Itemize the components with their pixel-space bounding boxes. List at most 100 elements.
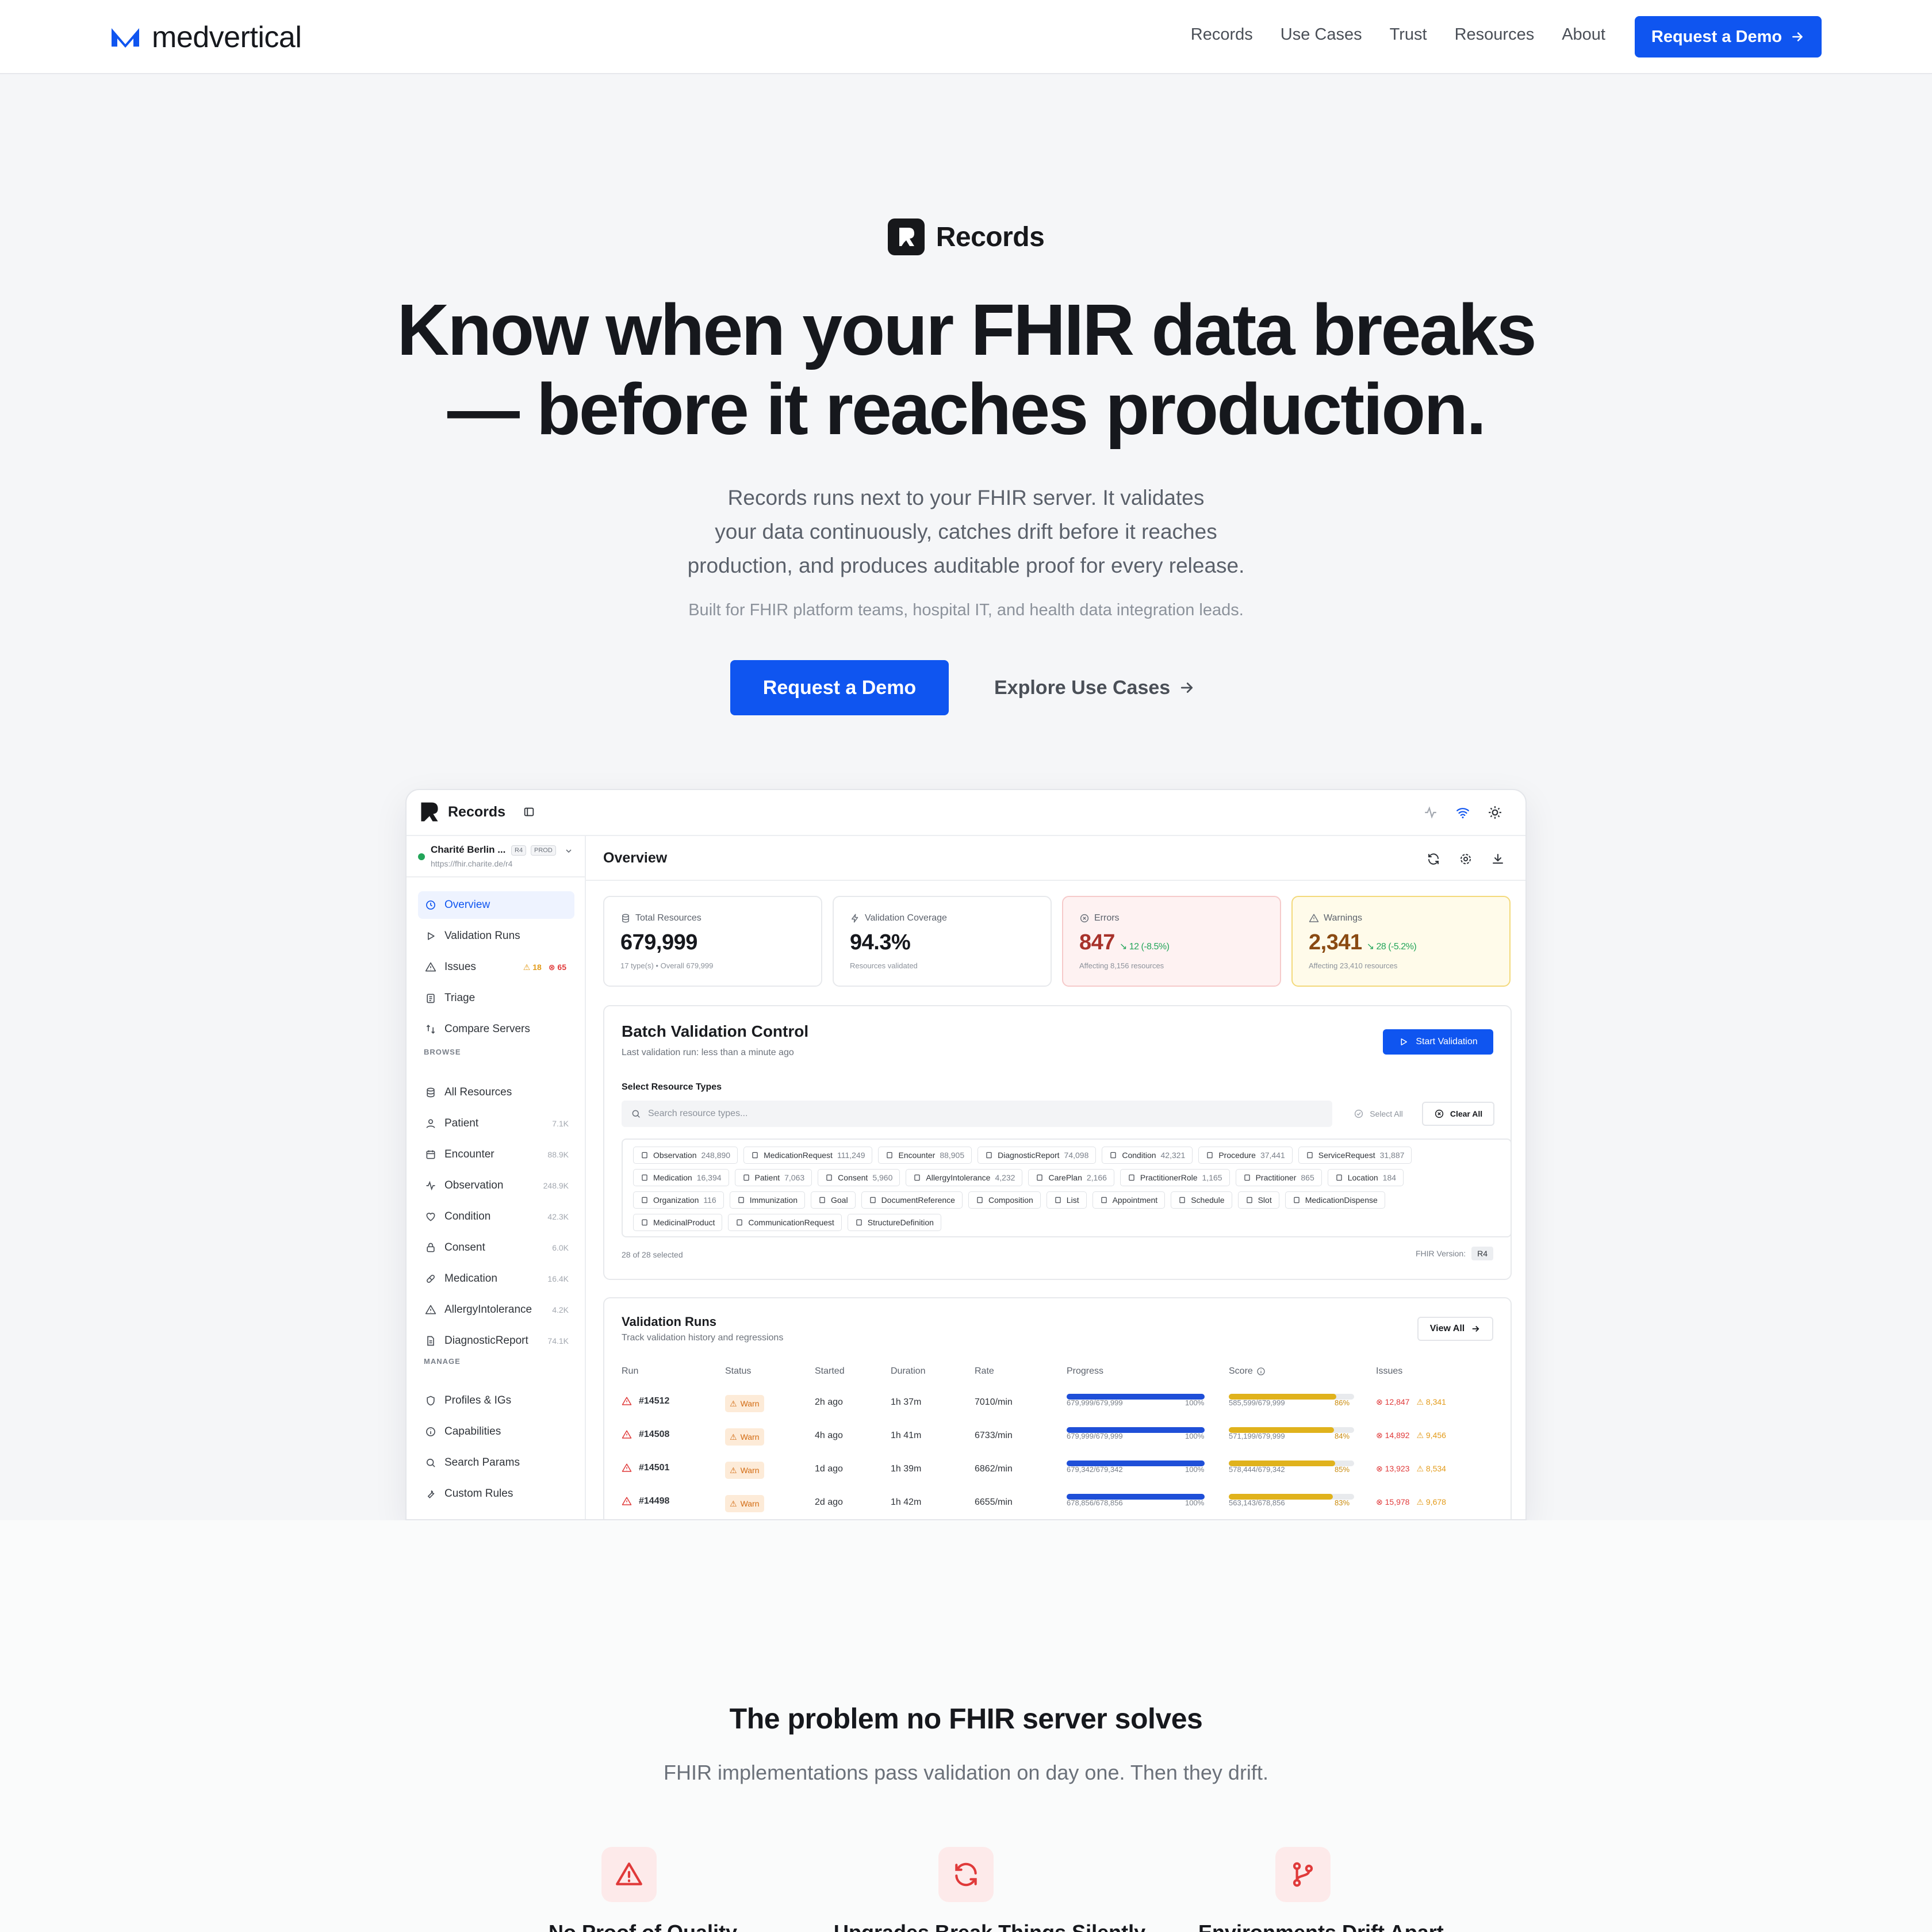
app-brand[interactable]: Records [418, 800, 535, 823]
chip-documentreference[interactable]: DocumentReference [861, 1191, 963, 1209]
explore-use-cases-link[interactable]: Explore Use Cases [994, 660, 1195, 715]
sun-icon[interactable] [1488, 805, 1502, 820]
chip-composition[interactable]: Composition [968, 1191, 1041, 1209]
nav-link-about[interactable]: About [1562, 25, 1605, 44]
download-icon[interactable] [1491, 852, 1505, 866]
sidebar-item-encounter[interactable]: Encounter 88.9K [418, 1141, 574, 1168]
sidebar-item-all-resources[interactable]: All Resources [418, 1079, 574, 1106]
chip-procedure[interactable]: Procedure 37,441 [1198, 1147, 1293, 1164]
chip-label: Location [1347, 1173, 1378, 1182]
resource-type-icon [914, 1174, 921, 1181]
sidebar-item-compare-servers[interactable]: Compare Servers [418, 1015, 574, 1043]
activity-icon[interactable] [1423, 805, 1438, 820]
sidebar-item-validation-runs[interactable]: Validation Runs [418, 922, 574, 950]
table-row[interactable]: #14512 ⚠ Warn 2h ago 1h 37m 7010/min 679,999/… [604, 1387, 1511, 1420]
chip-servicerequest[interactable]: ServiceRequest 31,887 [1298, 1147, 1412, 1164]
resource-type-search-input[interactable]: Search resource types... [622, 1101, 1332, 1127]
nav-links: Records Use Cases Trust Resources About [1191, 25, 1605, 44]
sidebar-item-label: Custom Rules [444, 1488, 513, 1500]
nav-link-records[interactable]: Records [1191, 25, 1253, 44]
sidebar-item-overview[interactable]: Overview [418, 891, 574, 919]
chip-label: List [1066, 1195, 1079, 1205]
table-row[interactable]: #14501 ⚠ Warn 1d ago 1h 39m 6862/min 679,342/… [604, 1454, 1511, 1487]
wifi-icon[interactable] [1455, 805, 1470, 820]
chip-medicinalproduct[interactable]: MedicinalProduct [633, 1214, 723, 1231]
sidebar-item-search-params[interactable]: Search Params [418, 1449, 574, 1477]
start-validation-button[interactable]: Start Validation [1383, 1029, 1493, 1055]
server-selector[interactable]: Charité Berlin ... R4 PROD https://fhir.… [407, 836, 586, 877]
chip-consent[interactable]: Consent 5,960 [818, 1169, 900, 1186]
sidebar-item-capabilities[interactable]: Capabilities [418, 1418, 574, 1446]
chip-appointment[interactable]: Appointment [1092, 1191, 1166, 1209]
run-id[interactable]: #14508 [622, 1429, 669, 1440]
chip-slot[interactable]: Slot [1237, 1191, 1279, 1209]
gear-icon[interactable] [1459, 852, 1473, 866]
info-icon[interactable] [1256, 1367, 1266, 1376]
chip-patient[interactable]: Patient 7,063 [734, 1169, 812, 1186]
select-all-button[interactable]: Select All [1343, 1102, 1414, 1126]
brand-logo[interactable]: medvertical [109, 21, 302, 54]
stat-card-errors[interactable]: Errors 847 ↘ 12 (-8.5%) Affecting 8,156 res… [1062, 896, 1281, 987]
sidebar-item-medication[interactable]: Medication 16.4K [418, 1265, 574, 1293]
chip-allergyintolerance[interactable]: AllergyIntolerance 4,232 [906, 1169, 1023, 1186]
sidebar-item-consent[interactable]: Consent 6.0K [418, 1234, 574, 1262]
chip-organization[interactable]: Organization 116 [633, 1191, 724, 1209]
clear-all-button[interactable]: Clear All [1422, 1102, 1494, 1126]
sidebar-item-diagnosticreport[interactable]: DiagnosticReport 74.1K [418, 1327, 574, 1355]
resource-type-icon [1293, 1197, 1300, 1203]
clipboard-icon [427, 994, 435, 1003]
view-all-runs-button[interactable]: View All [1417, 1317, 1493, 1341]
sidebar-item-profiles-igs[interactable]: Profiles & IGs [418, 1387, 574, 1414]
chip-list[interactable]: List [1046, 1191, 1087, 1209]
chip-immunization[interactable]: Immunization [729, 1191, 805, 1209]
chip-practitionerrole[interactable]: PractitionerRole 1,165 [1120, 1169, 1230, 1186]
stat-card-validation-coverage[interactable]: Validation Coverage 94.3% Resources valida… [833, 896, 1052, 987]
chip-practitioner[interactable]: Practitioner 865 [1235, 1169, 1322, 1186]
stat-value: 2,341 ↘ 28 (-5.2%) [1309, 930, 1417, 954]
chip-structuredefinition[interactable]: StructureDefinition [847, 1214, 941, 1231]
warning-icon [616, 1862, 642, 1885]
run-id[interactable]: #14501 [622, 1463, 669, 1473]
sidebar-item-issues[interactable]: Issues ⚠ 18 ⊗ 65 [418, 953, 574, 981]
table-row[interactable]: #14508 ⚠ Warn 4h ago 1h 41m 6733/min 679,999/… [604, 1420, 1511, 1454]
stat-card-total-resources[interactable]: Total Resources 679,999 17 type(s) • Overa… [603, 896, 822, 987]
chip-communicationrequest[interactable]: CommunicationRequest [728, 1214, 842, 1231]
sidebar-item-allergyintolerance[interactable]: AllergyIntolerance 4.2K [418, 1296, 574, 1324]
chip-location[interactable]: Location 184 [1327, 1169, 1404, 1186]
chip-condition[interactable]: Condition 42,321 [1102, 1147, 1193, 1164]
chip-medication[interactable]: Medication 16,394 [633, 1169, 729, 1186]
sidebar-item-triage[interactable]: Triage [418, 984, 574, 1012]
chip-goal[interactable]: Goal [810, 1191, 856, 1209]
progress-label: 679,999/679,999 [1067, 1432, 1123, 1440]
chip-label: CarePlan [1048, 1173, 1082, 1182]
sidebar-toggle-icon[interactable] [523, 806, 535, 818]
nav-link-use-cases[interactable]: Use Cases [1281, 25, 1362, 44]
warning-count: ⚠ 8,341 [1416, 1397, 1446, 1406]
chip-diagnosticreport[interactable]: DiagnosticReport 74,098 [977, 1147, 1097, 1164]
fhir-version-badge[interactable]: R4 [1471, 1247, 1493, 1260]
sidebar-item-condition[interactable]: Condition 42.3K [418, 1203, 574, 1230]
status-badge: ⚠ Warn [725, 1428, 764, 1446]
nav-request-demo-button[interactable]: Request a Demo [1635, 16, 1822, 57]
run-id[interactable]: #14498 [622, 1496, 669, 1506]
chip-medicationrequest[interactable]: MedicationRequest 111,249 [743, 1147, 873, 1164]
sidebar-item-patient[interactable]: Patient 7.1K [418, 1110, 574, 1137]
chip-encounter[interactable]: Encounter 88,905 [878, 1147, 972, 1164]
score-label: 585,599/679,999 [1229, 1398, 1285, 1407]
table-row[interactable]: #14498 ⚠ Warn 2d ago 1h 42m 6655/min 678,856/… [604, 1487, 1511, 1519]
chip-careplan[interactable]: CarePlan 2,166 [1028, 1169, 1114, 1186]
chip-schedule[interactable]: Schedule [1171, 1191, 1232, 1209]
product-name: Records [936, 221, 1045, 252]
nav-link-trust[interactable]: Trust [1390, 25, 1427, 44]
refresh-icon[interactable] [1427, 852, 1440, 866]
chip-medicationdispense[interactable]: MedicationDispense [1285, 1191, 1385, 1209]
sidebar-item-observation[interactable]: Observation 248.9K [418, 1172, 574, 1199]
chip-observation[interactable]: Observation 248,890 [633, 1147, 738, 1164]
wrench-icon [427, 1490, 435, 1498]
col-header-score: Score [1229, 1366, 1266, 1377]
run-id[interactable]: #14512 [622, 1396, 669, 1406]
sidebar-item-custom-rules[interactable]: Custom Rules [418, 1480, 574, 1508]
stat-card-warnings[interactable]: Warnings 2,341 ↘ 28 (-5.2%) Affecting 23,41… [1291, 896, 1511, 987]
nav-link-resources[interactable]: Resources [1455, 25, 1535, 44]
hero-request-demo-button[interactable]: Request a Demo [730, 660, 949, 715]
